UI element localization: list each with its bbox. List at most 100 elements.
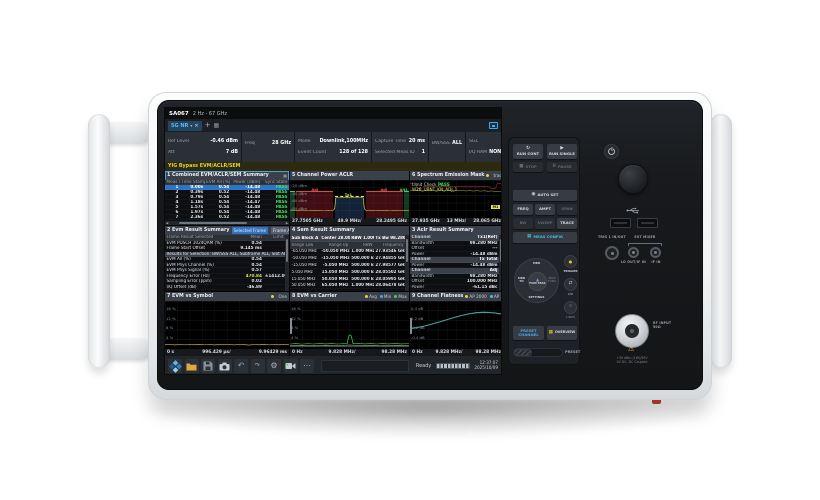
trace-button[interactable]: TRACE	[557, 218, 577, 229]
table-row[interactable]: -50.050 MHz-15.050 MHz500.000 kHz27.9485…	[290, 255, 405, 262]
window-header[interactable]: 5 Channel Power ACLR	[290, 171, 409, 180]
table-row[interactable]: 5.050 MHz15.050 MHz500.000 kHz28.05502 G…	[290, 269, 405, 276]
table-row[interactable]: -15.050 MHz-5.050 MHz500.000 kHz27.98577…	[290, 262, 405, 269]
folder-icon[interactable]	[185, 359, 199, 373]
evm-carrier-plot[interactable]: 16 % 12 % 8 % 4 %	[290, 301, 409, 349]
usb-port[interactable]	[637, 218, 658, 228]
window-aclr-result-summary[interactable]: 3 Aclr Result Summary ChannelTx1(Ref)Ban…	[410, 226, 502, 291]
settings-group-capture[interactable]: Capture Time20 ms Selected Meas ID1	[372, 132, 428, 162]
table-row[interactable]: Power-61.15 dBc	[410, 285, 499, 291]
ampt-button[interactable]: AMPT	[535, 204, 555, 215]
overview-button[interactable]: ▦ OVERVIEW	[547, 326, 577, 340]
combined-summary-table[interactable]: Meas IDTime StampEVM All [%]Power [dBm]S…	[165, 180, 289, 225]
tab-5g-nr[interactable]: 5G NR ▾ ×	[168, 121, 202, 131]
window-header[interactable]: 1 Combined EVM/ACLR/SEM Summary ▦	[165, 171, 289, 180]
navigation-dpad[interactable]: MKR MKR TO MKR FUNC SETTINGS ▲ FIND PEAK	[514, 258, 559, 303]
screen-record-icon[interactable]	[284, 359, 298, 373]
camera-icon[interactable]	[218, 359, 232, 373]
pane-splitter[interactable]	[410, 318, 412, 334]
mkr-to-button[interactable]: MKR TO	[516, 277, 527, 283]
table-row[interactable]: -65.050 MHz-50.050 MHz1.000 MHz27.93546 …	[290, 249, 405, 256]
undo-icon[interactable]: ↶	[234, 359, 248, 373]
display-icon[interactable]	[489, 122, 498, 129]
gear-icon[interactable]: ⚙	[267, 359, 281, 373]
touchscreen[interactable]: SA067 2 Hz - 67 GHz 5G NR ▾ × + ▦ Ref Le…	[164, 107, 502, 375]
preset-channel-button[interactable]: PRESET CHANNEL	[513, 326, 544, 340]
sem-summary-table[interactable]: Sub Block ACenter 28.00 GHzRBW 1.000 MHz…	[290, 235, 409, 291]
table-row[interactable]: 50.050 MHz65.050 MHz1.000 MHz28.06478 GH…	[290, 283, 405, 290]
save-icon[interactable]	[201, 359, 215, 373]
marker-label[interactable]: M1	[491, 205, 500, 209]
settings-group-bwsss[interactable]: BW/SSSALL	[429, 132, 465, 162]
evm-summary-table[interactable]: Frame Result SelectedMeanLimitEVM PDSCH …	[165, 235, 289, 291]
rotary-knob[interactable]	[618, 164, 648, 194]
window-channel-flatness[interactable]: 9 Channel Flatness AP 2000 AP 1000	[410, 292, 502, 356]
preset-slider[interactable]	[513, 348, 563, 357]
mkr-func-button[interactable]: MKR FUNC	[546, 277, 558, 283]
table-row[interactable]: I/Q Offset (dB)-46.89	[165, 285, 285, 291]
mkr-button[interactable]: MKR	[515, 262, 558, 265]
trigger-button[interactable]: ●	[564, 255, 577, 268]
window-header[interactable]: 2 Evm Result Summary Selected Frame Fram…	[165, 226, 289, 235]
window-header[interactable]: 6 Spectrum Emission Mask trace1	[410, 171, 502, 180]
vertical-scrollbar[interactable]	[285, 235, 289, 291]
freq-button[interactable]: FREQ	[513, 204, 533, 215]
settings-group-level[interactable]: Ref Level-0.46 dBm Att7 dB	[165, 132, 241, 162]
more-icon[interactable]: ⋯	[300, 359, 314, 373]
settings-button[interactable]: SETTINGS	[515, 296, 558, 299]
scroll-left-icon[interactable]: ◀	[165, 221, 169, 225]
aclr-plot[interactable]: Adj Tx1 Adj Alt1 -20 dBm -40 dBm -60 dBm…	[290, 180, 409, 218]
window-header[interactable]: 7 EVM vs Symbol One	[165, 292, 289, 301]
find-peak-button[interactable]: ▲ FIND PEAK	[528, 272, 547, 291]
flatness-plot[interactable]: 0.4 dB 0.2 dB -0.2 dB -0.4 dB	[410, 301, 502, 349]
settings-group-freq[interactable]: Freq28 GHz	[242, 132, 294, 162]
span-button[interactable]: SPAN	[557, 204, 577, 215]
auto-set-button[interactable]: ◉ AUTO SET	[513, 190, 577, 201]
window-sem-result-summary[interactable]: 4 Sem Result Summary Sub Block ACenter 2…	[290, 226, 409, 291]
close-icon[interactable]: ×	[194, 123, 198, 129]
window-evm-vs-carrier[interactable]: 8 EVM vs Carrier Avg Min Max	[290, 292, 409, 356]
stop-button[interactable]: ■ STOP	[513, 162, 543, 172]
table-row[interactable]: Range LowRange UpRBWFrequency	[290, 242, 405, 249]
meas-config-button[interactable]: ▦ MEAS CONFIG	[513, 232, 577, 243]
vertical-scrollbar[interactable]	[499, 235, 502, 291]
scroll-right-icon[interactable]: ▶	[285, 221, 289, 225]
table-row[interactable]: 72.36s0.52-14.48PASS	[165, 215, 289, 220]
aclr-summary-table[interactable]: ChannelTx1(Ref)Bandwidth98.280 MHzOffset…	[410, 235, 502, 291]
app-launcher-icon[interactable]	[168, 359, 182, 373]
add-tab-button[interactable]: +	[205, 122, 211, 129]
window-config-icon[interactable]: ▦	[283, 173, 287, 178]
settings-group-mode[interactable]: ModeDownlink,100MHz Event Count128 of 12…	[295, 132, 371, 162]
run-cont-button[interactable]: ↻ RUN CONT	[513, 144, 543, 159]
split-view-icon[interactable]: ▦	[213, 123, 219, 129]
chevron-down-icon[interactable]: ▾	[190, 123, 192, 128]
settings-group-sgl[interactable]: SGL I/Q RAMNONE	[466, 132, 502, 162]
vertical-scrollbar[interactable]	[405, 235, 409, 291]
window-channel-power-aclr[interactable]: 5 Channel Power ACLR Adj Tx1 Adj A	[290, 171, 409, 225]
power-button[interactable]	[604, 144, 619, 159]
usb-port[interactable]	[610, 218, 631, 228]
sem-plot[interactable]: Limit Check PASS W26_UBNT_KN_ADJ_1 M1	[410, 180, 502, 218]
window-spectrum-emission-mask[interactable]: 6 Spectrum Emission Mask trace1 Limit Ch…	[410, 171, 502, 225]
lines-button[interactable]: ≡	[564, 301, 577, 314]
sweep-button[interactable]: SWEEP	[535, 218, 555, 229]
redo-icon[interactable]: ↷	[251, 359, 265, 373]
table-row[interactable]: Sub Block ACenter 28.00 GHzRBW 1.000 MHz…	[290, 235, 405, 242]
window-evm-result-summary[interactable]: 2 Evm Result Summary Selected Frame Fram…	[165, 226, 289, 291]
io-button[interactable]: ⇄	[564, 278, 577, 291]
window-combined-summary[interactable]: 1 Combined EVM/ACLR/SEM Summary ▦ Meas I…	[165, 171, 289, 225]
window-header[interactable]: 8 EVM vs Carrier Avg Min Max	[290, 292, 409, 301]
tab-frame-average[interactable]: Frame Averag	[271, 227, 289, 234]
message-field[interactable]	[321, 360, 410, 372]
pane-splitter[interactable]	[290, 318, 292, 334]
window-evm-vs-symbol[interactable]: 7 EVM vs Symbol One 16 % 12 % 8 % 4 %	[165, 292, 289, 356]
table-row[interactable]: 15.050 MHz50.050 MHz500.000 kHz28.05995 …	[290, 276, 405, 283]
run-single-button[interactable]: ▶ RUN SINGLE	[547, 144, 577, 159]
slider-handle[interactable]	[514, 349, 532, 356]
pause-button[interactable]: II PAUSE	[547, 162, 577, 172]
window-header[interactable]: 9 Channel Flatness AP 2000 AP 1000	[410, 292, 502, 301]
window-header[interactable]: 4 Sem Result Summary	[290, 226, 409, 235]
bw-button[interactable]: BW	[513, 218, 533, 229]
window-header[interactable]: 3 Aclr Result Summary	[410, 226, 502, 235]
tab-selected-frame[interactable]: Selected Frame	[232, 227, 269, 234]
